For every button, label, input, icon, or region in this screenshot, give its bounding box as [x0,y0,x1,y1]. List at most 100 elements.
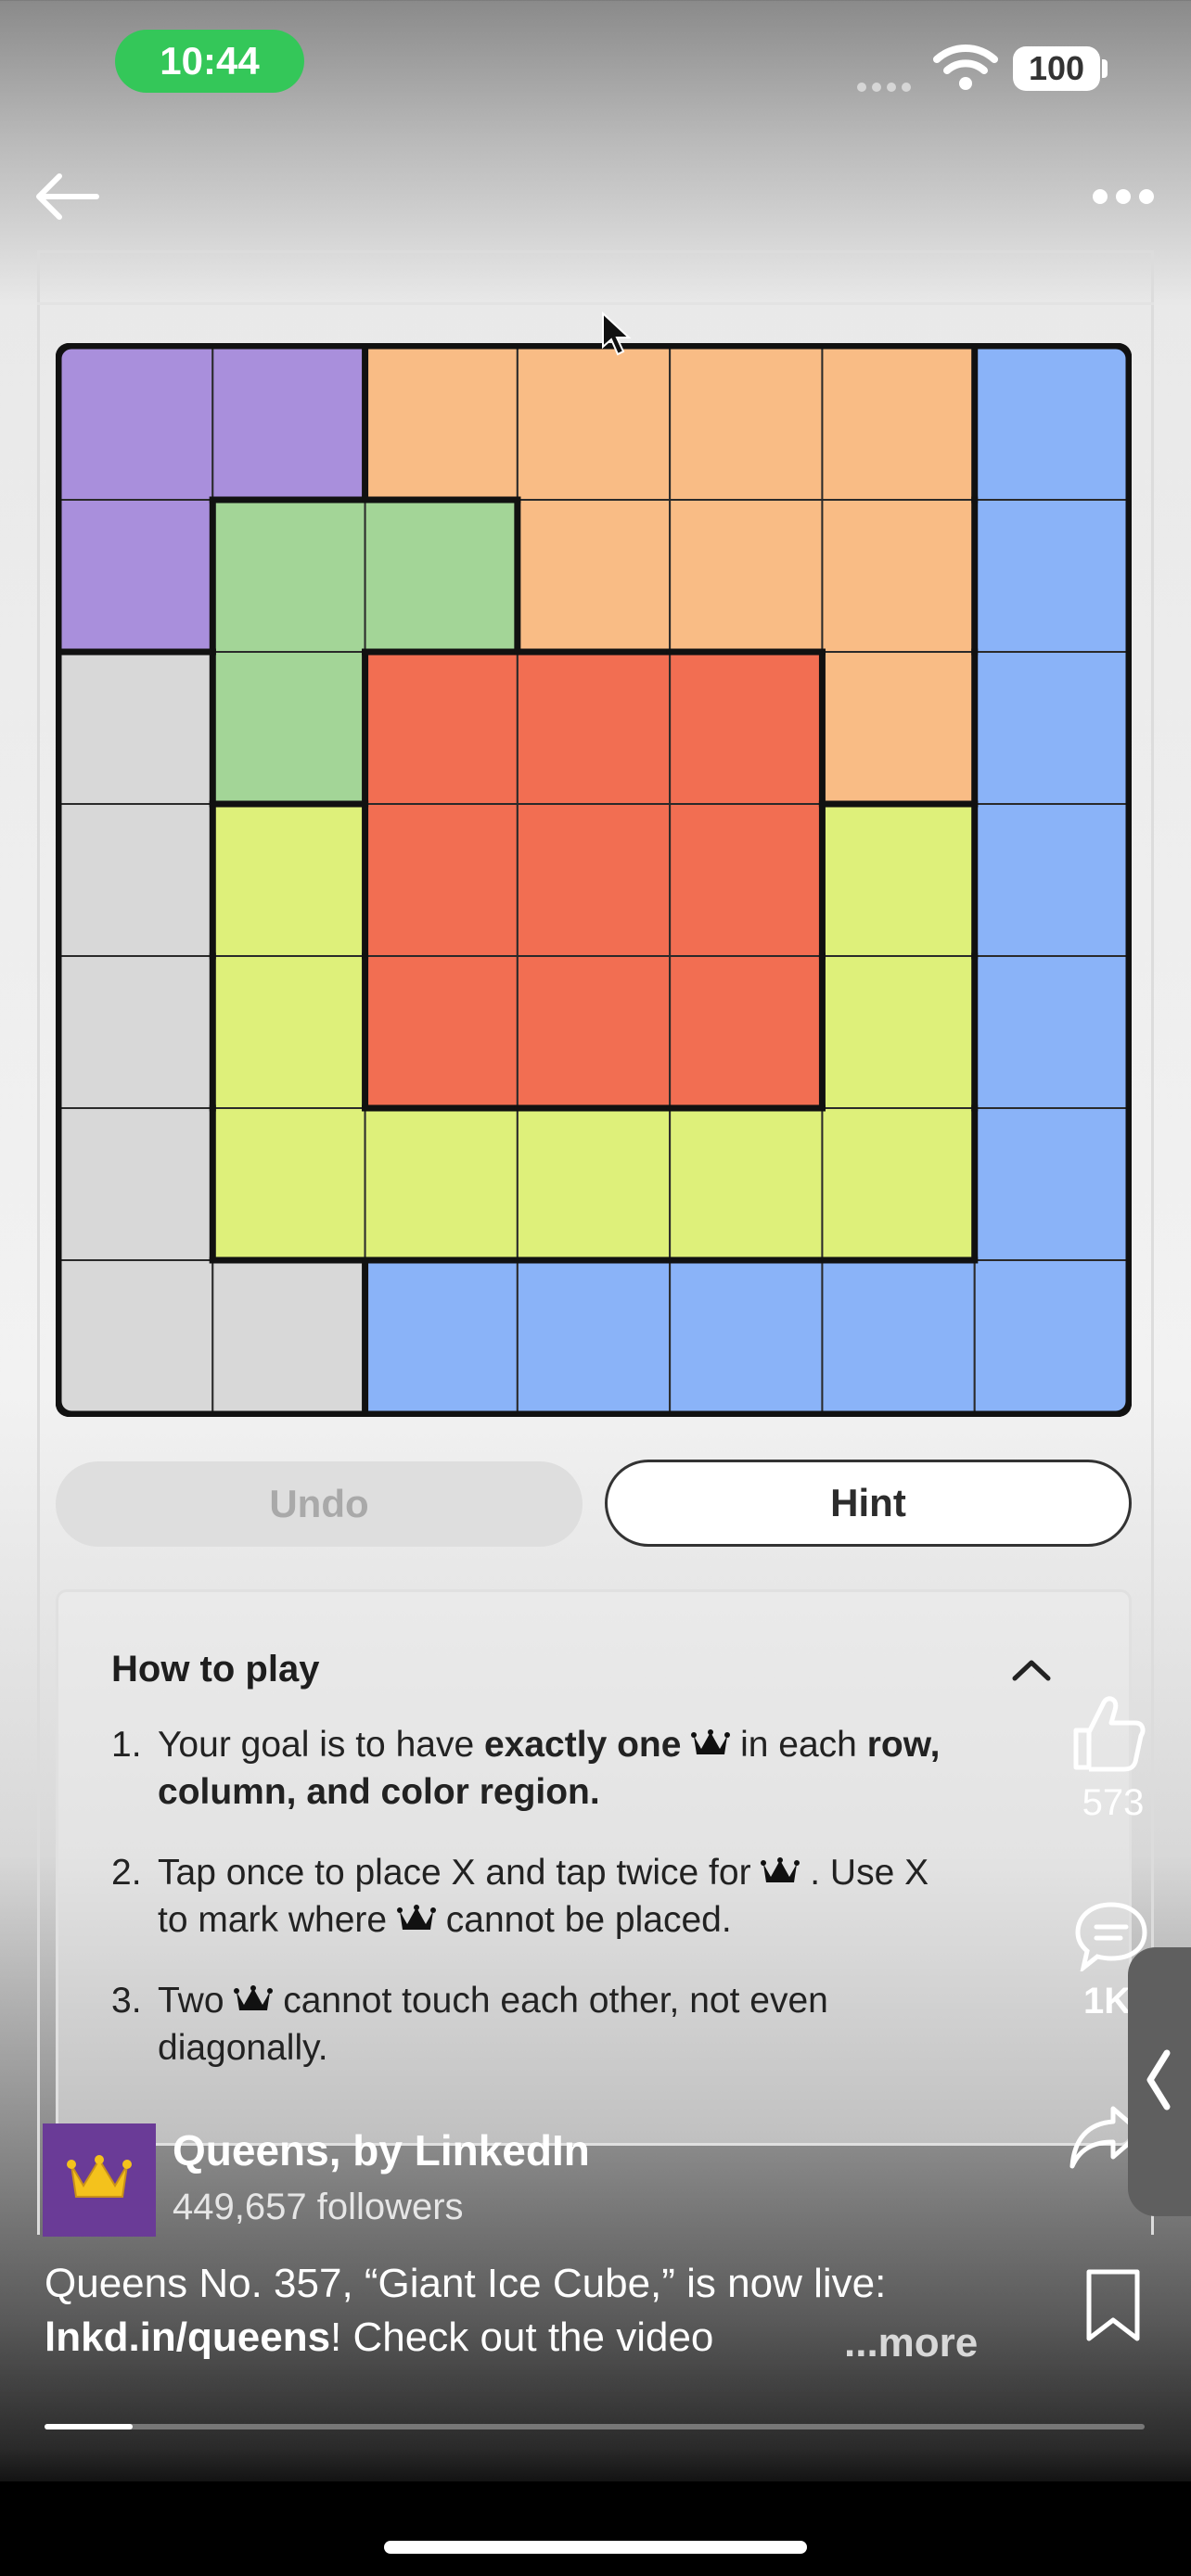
board-cell[interactable] [211,651,366,805]
caption-link[interactable]: lnkd.in/queens [45,2315,330,2360]
board-cell[interactable] [516,651,672,805]
board-cell[interactable] [669,347,824,501]
more-options-icon[interactable] [1093,189,1154,208]
bottom-safe-area [0,2481,1191,2576]
board-cell[interactable] [59,1259,214,1413]
rule-text: Tap once to place X and tap twice for [158,1853,751,1893]
board-cell[interactable] [669,651,824,805]
caption-more-link[interactable]: ...more [844,2320,978,2366]
rule-1: 1. Your goal is to have exactly one in e… [111,1721,1057,1816]
board-cell[interactable] [59,1107,214,1261]
board-cell[interactable] [973,803,1129,957]
hint-button[interactable]: Hint [605,1460,1132,1547]
comment-count: 1K [1083,1981,1132,2021]
like-thumbs-up-icon[interactable] [1070,1693,1146,1773]
board-cell[interactable] [973,347,1129,501]
caption-line-1: Queens No. 357, “Giant Ice Cube,” is now… [45,2261,887,2306]
caption-text: ! Check out the video [330,2315,714,2360]
mouse-cursor-icon [602,312,632,356]
home-indicator[interactable] [384,2541,807,2554]
rule-number: 2. [111,1853,142,1893]
board-cell[interactable] [821,1259,976,1413]
board-cell[interactable] [973,1259,1129,1413]
rule-text: to mark where [158,1900,388,1940]
board-cell[interactable] [669,499,824,653]
board-cell[interactable] [364,499,519,653]
board-cell[interactable] [669,1259,824,1413]
rule-text: diagonally. [158,2028,328,2068]
video-progress-track[interactable] [45,2424,1145,2429]
rule-2: 2. Tap once to place X and tap twice for… [111,1849,1057,1944]
board-cell[interactable] [59,347,214,501]
card-divider [37,302,1154,305]
board-cell[interactable] [364,651,519,805]
board-cell[interactable] [516,347,672,501]
board-cell[interactable] [211,803,366,957]
board-cell[interactable] [516,955,672,1109]
rule-text: Your goal is to have [158,1725,484,1765]
board-cell[interactable] [669,803,824,957]
board-cell[interactable] [821,803,976,957]
board-cell[interactable] [211,1259,366,1413]
cellular-signal-icon [857,80,922,92]
board-cell[interactable] [211,1107,366,1261]
board-cell[interactable] [821,955,976,1109]
caption-line-2: lnkd.in/queens! Check out the video [45,2315,713,2361]
board-cell[interactable] [364,1107,519,1261]
board-cell[interactable] [59,803,214,957]
rule-text: in each [730,1725,867,1765]
board-cell[interactable] [973,955,1129,1109]
board-cell[interactable] [973,499,1129,653]
rule-text: cannot be placed. [445,1900,732,1940]
board-cell[interactable] [821,347,976,501]
board-cell[interactable] [821,1107,976,1261]
rule-text-bold: exactly one [483,1725,682,1765]
board-cell[interactable] [211,347,366,501]
battery-indicator: 100 [1013,46,1100,91]
rule-number: 3. [111,1981,142,2021]
board-cell[interactable] [211,499,366,653]
chevron-left-icon[interactable] [1139,2047,1176,2112]
board-cell[interactable] [211,955,366,1109]
publisher-name[interactable]: Queens, by LinkedIn [173,2125,590,2175]
board-cell[interactable] [973,1107,1129,1261]
battery-tip [1102,59,1108,78]
bookmark-icon[interactable] [1083,2268,1143,2342]
video-progress-fill [45,2424,133,2429]
rule-text: . Use X [810,1853,929,1893]
board-cell[interactable] [516,1259,672,1413]
board-cell[interactable] [821,651,976,805]
board-cell[interactable] [516,499,672,653]
rule-text-bold: column, and color region. [158,1772,600,1812]
queen-crown-icon [234,1985,274,2010]
wifi-icon [933,45,998,90]
board-cell[interactable] [669,955,824,1109]
board-cell[interactable] [364,347,519,501]
board-cell[interactable] [973,651,1129,805]
chevron-up-icon[interactable] [1009,1656,1054,1684]
like-count: 573 [1082,1782,1145,1823]
board-cell[interactable] [669,1107,824,1261]
rule-text: cannot touch each other, not even [283,1981,828,2021]
board-cell[interactable] [59,651,214,805]
rule-3: 3. Two cannot touch each other, not even… [111,1977,1057,2072]
rule-number: 1. [111,1725,142,1765]
publisher-followers: 449,657 followers [173,2187,464,2227]
rule-text-bold: row, [866,1725,941,1765]
board-cell[interactable] [516,803,672,957]
queens-board[interactable] [56,343,1132,1417]
board-cell[interactable] [59,955,214,1109]
board-cell[interactable] [364,803,519,957]
undo-button[interactable]: Undo [56,1461,583,1547]
board-cell[interactable] [516,1107,672,1261]
board-cell[interactable] [364,955,519,1109]
board-cell[interactable] [364,1259,519,1413]
board-cell[interactable] [821,499,976,653]
board-cell[interactable] [59,499,214,653]
publisher-logo[interactable] [43,2123,156,2237]
status-time: 10:44 [115,30,304,93]
queen-crown-icon [396,1905,436,1930]
queen-crown-icon [761,1857,800,1882]
back-arrow-icon[interactable] [33,172,100,221]
rule-text: Two [158,1981,224,2021]
